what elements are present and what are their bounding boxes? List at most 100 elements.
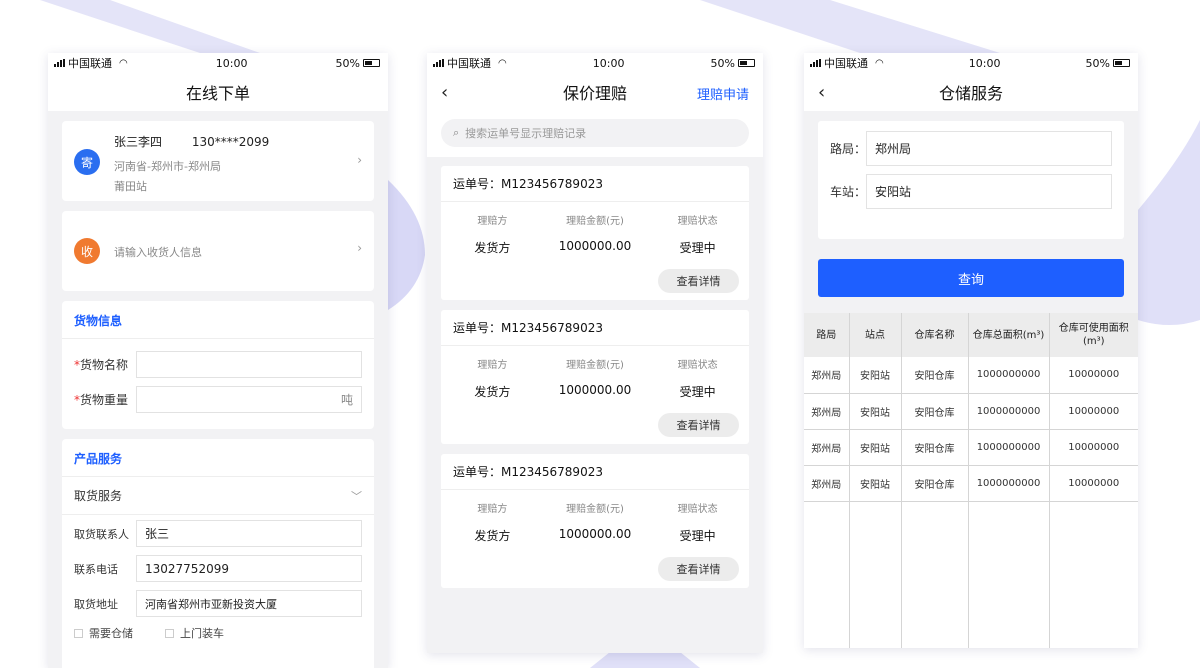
status-bar: 中国联通 ◠ 10:00 50% [427,53,763,73]
clock: 10:00 [215,56,248,70]
claim-card: 运单号：M123456789023 理赔方 发货方 理赔金额(元) 1000000.… [441,166,749,300]
bureau-label: 路局： [830,142,867,156]
col-label: 理赔状态 [677,216,718,227]
column-header: 路局 [804,313,850,357]
cargo-name-label: 货物名称 [80,358,129,372]
loading-option[interactable]: 上门装车 [165,625,224,641]
table-header: 路局 站点 仓库名称 仓库总面积(m³) 仓库可使用面积(m³) [804,313,1138,357]
status-bar: 中国联通 ◠ 10:00 50% [48,53,388,73]
claim-apply-link[interactable]: 理赔申请 [697,84,749,103]
claim-status: 受理中 [679,529,716,543]
claim-amount: 1000000.00 [558,239,632,253]
options-row: 需要仓储 上门装车 [62,625,374,641]
bureau-input[interactable]: 郑州局 [866,131,1112,166]
bureau-row: 路局： 郑州局 [830,131,1112,166]
cargo-section-title: 货物信息 [62,301,374,339]
pickup-service-label: 取货服务 [74,489,123,503]
chevron-right-icon: › [357,153,362,167]
waybill-number: 运单号：M123456789023 [441,166,749,202]
claim-amount: 1000000.00 [558,383,632,397]
signal-icon [433,59,444,67]
col-label: 理赔状态 [677,360,718,371]
claim-card: 运单号：M123456789023 理赔方发货方 理赔金额(元) 1000000.… [441,310,749,444]
claim-status: 受理中 [679,241,716,255]
clock: 10:00 [592,56,625,70]
page-title: 在线下单 [185,84,250,103]
nav-bar: ‹ 仓储服务 [804,73,1138,111]
sender-name: 张三李四 [114,135,163,149]
service-section-title: 产品服务 [62,439,374,477]
carrier-label: 中国联通 [447,57,491,70]
col-label: 理赔金额(元) [566,360,624,371]
column-header: 仓库可使用面积(m³) [1049,313,1138,357]
col-label: 理赔方 [477,216,508,227]
search-input[interactable]: ⌕ 搜索运单号显示理赔记录 [441,119,749,147]
phone-warehouse-service: 中国联通 ◠ 10:00 50% ‹ 仓储服务 路局： 郑州局 车站： 安阳站 查… [804,53,1138,648]
checkbox-icon [74,629,83,638]
waybill-number: 运单号：M123456789023 [441,310,749,346]
checkbox-icon [165,629,174,638]
claim-party: 发货方 [474,241,511,255]
table-row: 郑州局 安阳站 安阳仓库 1000000000 10000000 [804,465,1138,502]
claim-status: 受理中 [679,385,716,399]
storage-option[interactable]: 需要仓储 [74,625,133,641]
cargo-weight-input[interactable]: 吨 [136,386,362,413]
back-icon[interactable]: ‹ [441,82,448,103]
waybill-number: 运单号：M123456789023 [441,454,749,490]
cargo-weight-label: 货物重量 [80,393,129,407]
column-header: 仓库总面积(m³) [968,313,1050,357]
chevron-right-icon: › [357,241,362,255]
col-label: 理赔金额(元) [566,504,624,515]
signal-icon [810,59,821,67]
sender-badge: 寄 [74,149,100,175]
table-row: 郑州局 安阳站 安阳仓库 1000000000 10000000 [804,429,1138,466]
station-input[interactable]: 安阳站 [866,174,1112,209]
claim-amount: 1000000.00 [558,527,632,541]
clock: 10:00 [968,56,1001,70]
contact-row: 取货联系人 张三 [62,520,374,547]
contact-label: 取货联系人 [74,527,129,541]
claim-party: 发货方 [474,385,511,399]
battery-icon [362,59,380,67]
claim-party: 发货方 [474,529,511,543]
warehouse-table: 路局 站点 仓库名称 仓库总面积(m³) 仓库可使用面积(m³) 郑州局 安阳站安… [804,313,1138,648]
back-icon[interactable]: ‹ [818,82,825,103]
wifi-icon: ◠ [875,57,884,69]
carrier-label: 中国联通 [824,57,868,70]
pickup-service-row[interactable]: 取货服务 ﹀ [62,477,374,515]
column-header: 站点 [849,313,902,357]
view-detail-button[interactable]: 查看详情 [658,269,739,293]
wifi-icon: ◠ [498,57,507,69]
claim-card: 运单号：M123456789023 理赔方 发货方 理赔金额(元) 1000000.… [441,454,749,588]
weight-unit: 吨 [340,393,353,407]
page-title: 保价理赔 [562,84,627,103]
cargo-name-input[interactable] [136,351,362,378]
signal-icon [54,59,65,67]
phone-row: 联系电话 13027752099 [62,555,374,582]
address-row: 取货地址 河南省郑州市亚新投资大厦 [62,590,374,617]
sender-phone: 130****2099 [191,135,270,149]
table-row: 郑州局 安阳站 安阳仓库 1000000000 10000000 [804,357,1138,394]
battery-percent: 50% [335,56,360,70]
phone-insurance-claims: 中国联通 ◠ 10:00 50% ‹ 保价理赔 理赔申请 ⌕ 搜索运单号显示理赔记… [427,53,763,653]
cargo-weight-row: *货物重量 吨 [62,386,374,413]
query-button[interactable]: 查询 [818,259,1124,297]
table-empty-area [804,501,1138,648]
address-input[interactable]: 河南省郑州市亚新投资大厦 [136,590,362,617]
phone-online-order: 中国联通 ◠ 10:00 50% 在线下单 寄 张三李四 130****2099 … [48,53,388,668]
phone-label: 联系电话 [74,562,118,576]
col-label: 理赔方 [477,360,508,371]
view-detail-button[interactable]: 查看详情 [658,413,739,437]
view-detail-button[interactable]: 查看详情 [658,557,739,581]
contact-input[interactable]: 张三 [136,520,362,547]
station-label: 车站： [830,185,867,199]
search-icon: ⌕ [453,126,460,139]
status-bar: 中国联通 ◠ 10:00 50% [804,53,1138,73]
receiver-card[interactable]: 收 请输入收货人信息 › [62,211,374,291]
sender-card[interactable]: 寄 张三李四 130****2099 河南省-郑州市-郑州局 莆田站 › [62,121,374,201]
phone-input[interactable]: 13027752099 [136,555,362,582]
receiver-badge: 收 [74,238,100,264]
address-label: 取货地址 [74,597,118,611]
battery-icon [737,59,755,67]
sender-station: 莆田站 [114,180,147,193]
